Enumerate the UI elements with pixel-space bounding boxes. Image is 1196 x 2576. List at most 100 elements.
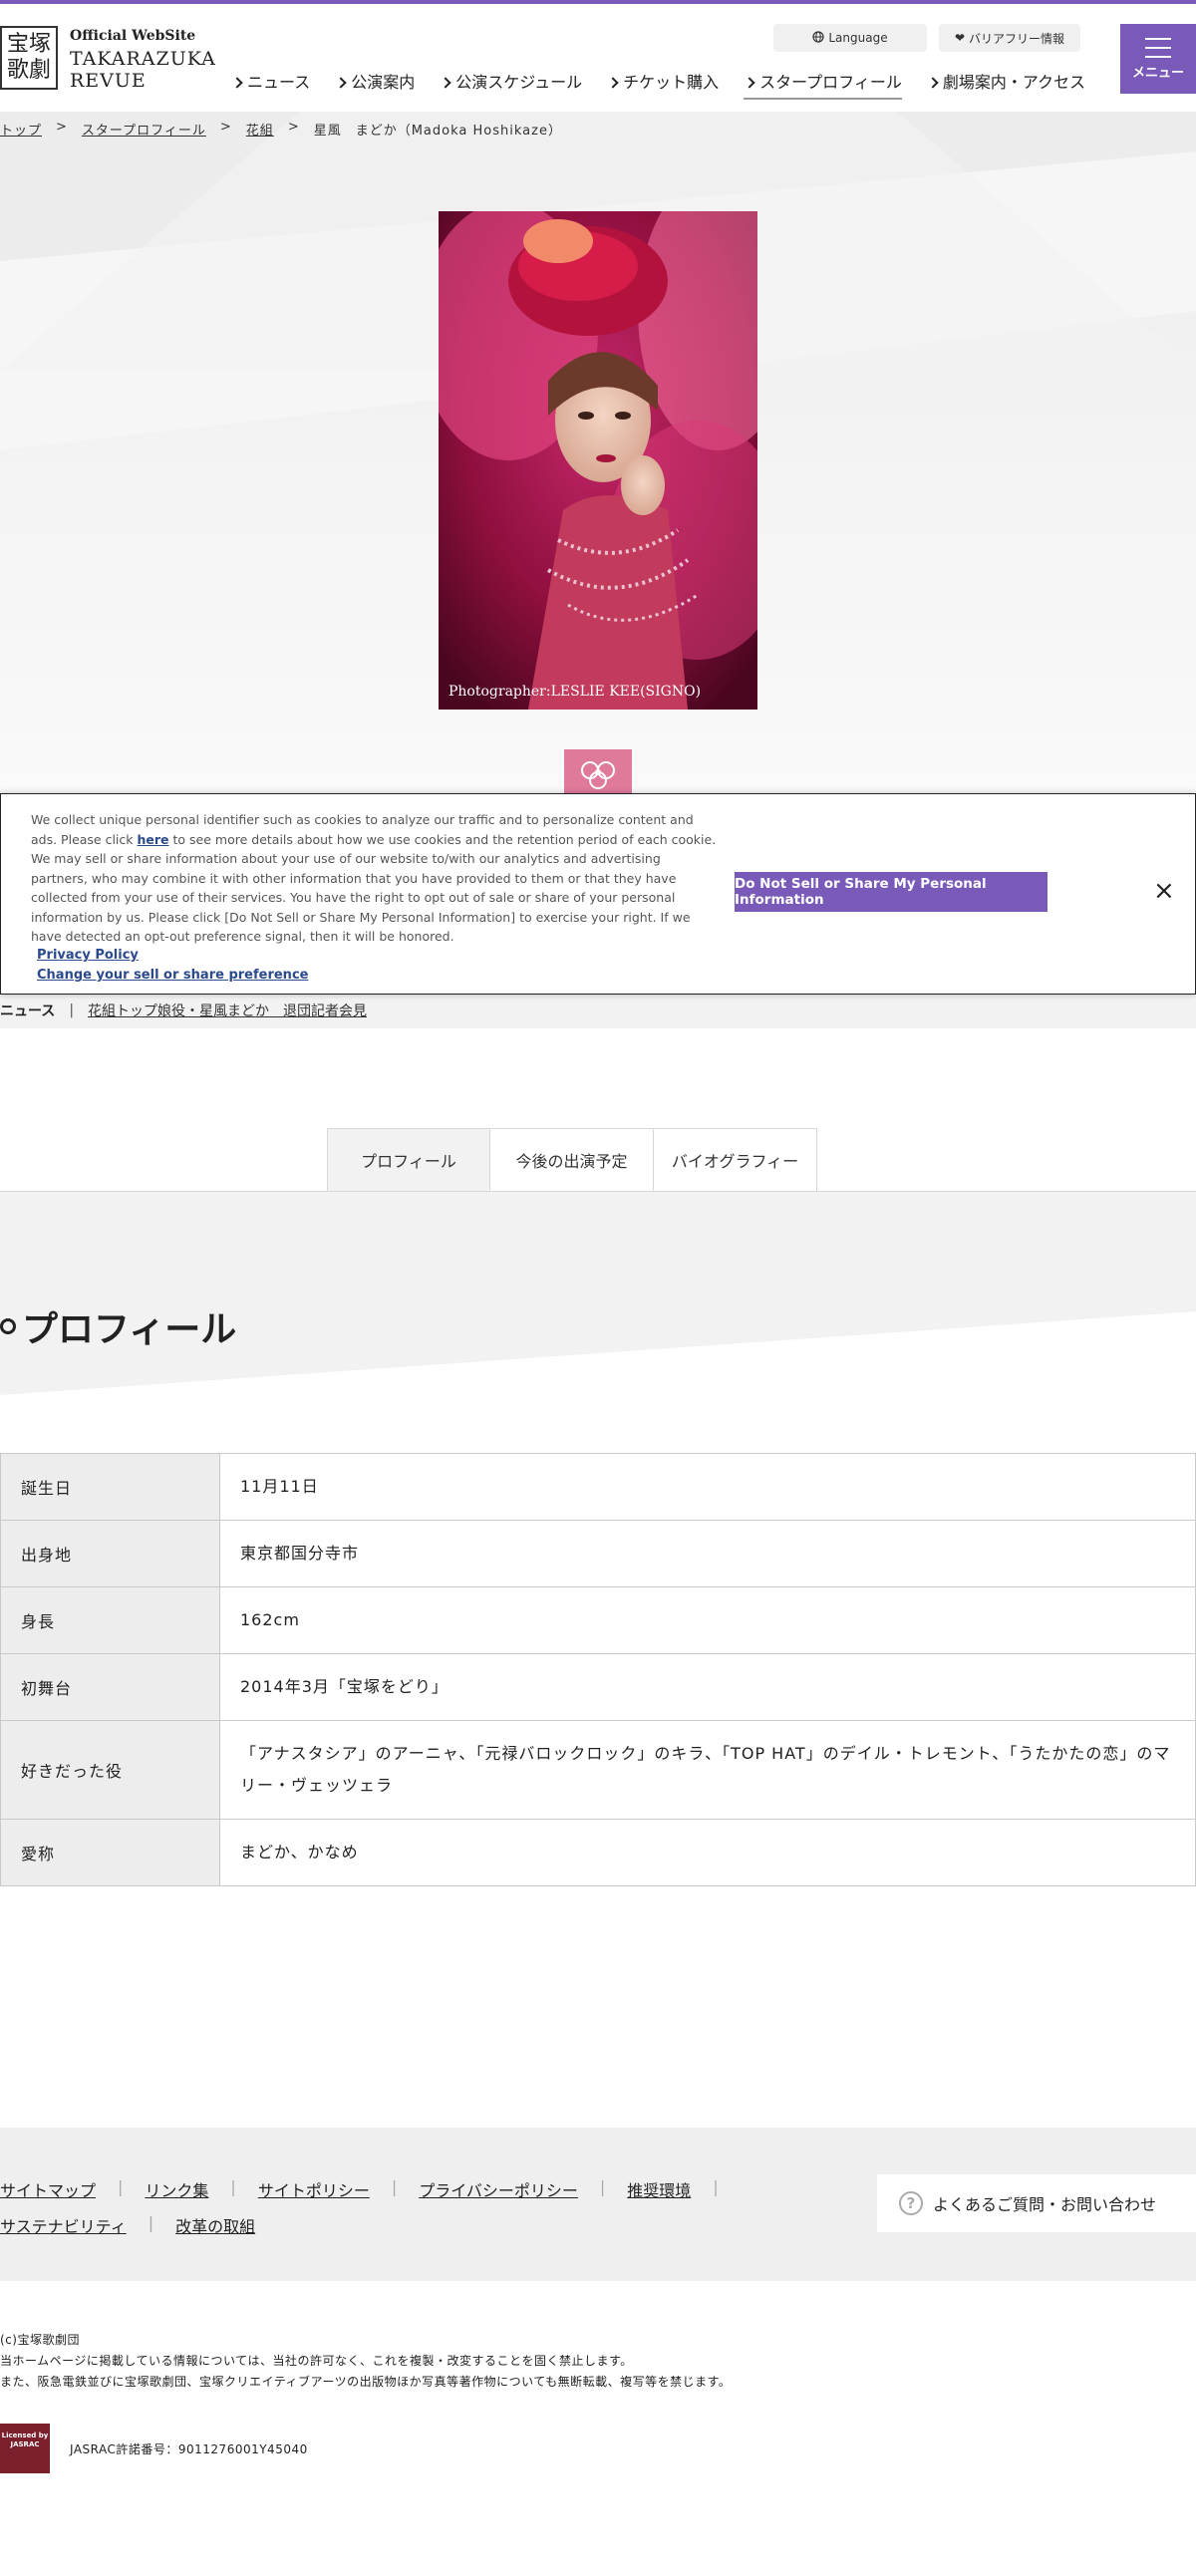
- footer-link-site-policy[interactable]: サイトポリシー: [258, 2177, 370, 2201]
- flower-troupe-icon: [564, 749, 632, 799]
- profile-value: まどか、かなめ: [219, 1819, 1196, 1886]
- menu-label: メニュー: [1131, 65, 1184, 81]
- cookie-text-after: to see more details about how we use coo…: [31, 831, 717, 945]
- ring-bullet-icon: [0, 1318, 16, 1334]
- faq-contact-button[interactable]: ? よくあるご質問・お問い合わせ: [877, 2174, 1196, 2232]
- section-title-text: プロフィール: [22, 1309, 237, 1350]
- jasrac-license-number: JASRAC許諾番号：9011276001Y45040: [70, 2442, 308, 2456]
- table-row: 初舞台 2014年3月「宝塚をどり」: [0, 1653, 1196, 1721]
- copyright: (c)宝塚歌劇団 当ホームページに掲載している情報については、当社の許可なく、こ…: [0, 2330, 731, 2393]
- profile-key: 出身地: [0, 1520, 220, 1587]
- profile-key: 誕生日: [0, 1453, 220, 1521]
- do-not-sell-button[interactable]: Do Not Sell or Share My Personal Informa…: [735, 872, 1047, 912]
- breadcrumb: トップ > スタープロフィール > 花組 > 星風 まどか（Madoka Hos…: [0, 120, 562, 139]
- breadcrumb-current: 星風 まどか（Madoka Hoshikaze）: [313, 124, 562, 139]
- nav-item-star-profile[interactable]: スタープロフィール: [744, 70, 902, 100]
- footer-separator: |: [118, 2177, 124, 2196]
- star-portrait-image: [439, 211, 757, 710]
- footer-separator: |: [599, 2177, 606, 2196]
- nav-item-theater-access[interactable]: 劇場案内・アクセス: [927, 70, 1085, 100]
- profile-key: 好きだった役: [0, 1720, 220, 1820]
- logo-title[interactable]: TAKARAZUKA REVUE: [70, 48, 216, 92]
- barrierfree-button[interactable]: ❤ バリアフリー情報: [939, 24, 1080, 52]
- table-row: 愛称 まどか、かなめ: [0, 1819, 1196, 1886]
- profile-value: 「アナスタシア」のアーニャ、「元禄バロックロック」のキラ、「TOP HAT」のデ…: [219, 1720, 1196, 1820]
- footer-links-row2: サステナビリティ | 改革の取組: [0, 2213, 255, 2237]
- profile-key: 初舞台: [0, 1653, 220, 1721]
- footer-link-sustainability[interactable]: サステナビリティ: [0, 2213, 127, 2237]
- breadcrumb-star-profile[interactable]: スタープロフィール: [82, 120, 206, 139]
- profile-value: 東京都国分寺市: [219, 1520, 1196, 1587]
- logo-kanji-top: 宝塚: [6, 32, 51, 57]
- jasrac-badge-text: Licensed by JASRAC: [1, 2432, 49, 2448]
- close-icon[interactable]: ×: [1153, 876, 1175, 906]
- logo-title-line2: REVUE: [70, 70, 147, 92]
- footer-separator: |: [391, 2177, 398, 2196]
- news-link[interactable]: 花組トップ娘役・星風まどか 退団記者会見: [88, 1001, 367, 1020]
- table-row: 出身地 東京都国分寺市: [0, 1520, 1196, 1587]
- profile-key: 身長: [0, 1586, 220, 1654]
- logo-mark[interactable]: 宝塚 歌劇: [0, 26, 58, 90]
- tab-upcoming[interactable]: 今後の出演予定: [490, 1128, 654, 1192]
- breadcrumb-separator: >: [287, 120, 300, 135]
- nav-item-schedule[interactable]: 公演スケジュール: [440, 70, 582, 100]
- privacy-policy-link[interactable]: Privacy Policy: [37, 946, 308, 966]
- logo-subtitle: Official WebSite: [70, 28, 196, 44]
- global-nav: ニュース 公演案内 公演スケジュール チケット購入 スタープロフィール 劇場案内…: [231, 70, 1110, 100]
- footer-link-reform[interactable]: 改革の取組: [175, 2213, 255, 2237]
- jasrac-badge: Licensed by JASRAC: [0, 2424, 50, 2473]
- footer-separator: |: [148, 2213, 154, 2232]
- breadcrumb-separator: >: [219, 120, 232, 135]
- menu-button[interactable]: メニュー: [1120, 24, 1196, 94]
- footer-links-row1: サイトマップ | リンク集 | サイトポリシー | プライバシーポリシー | 推…: [0, 2177, 741, 2201]
- nav-item-performances[interactable]: 公演案内: [335, 70, 415, 100]
- site-header: 宝塚 歌劇 Official WebSite TAKARAZUKA REVUE …: [0, 4, 1196, 112]
- hamburger-icon: [1145, 37, 1171, 58]
- table-row: 身長 162cm: [0, 1586, 1196, 1654]
- star-photo: Photographer:LESLIE KEE(SIGNO): [439, 211, 757, 710]
- profile-key: 愛称: [0, 1819, 220, 1886]
- breadcrumb-troupe[interactable]: 花組: [246, 120, 274, 139]
- copyright-line: 当ホームページに掲載している情報については、当社の許可なく、これを複製・改変する…: [0, 2354, 633, 2368]
- footer-links: サイトマップ | リンク集 | サイトポリシー | プライバシーポリシー | 推…: [0, 2128, 1196, 2281]
- tab-biography[interactable]: バイオグラフィー: [654, 1128, 817, 1192]
- heart-icon: ❤: [954, 31, 966, 45]
- cookie-banner: We collect unique personal identifier su…: [0, 793, 1196, 995]
- change-preference-link[interactable]: Change your sell or share preference: [37, 966, 308, 986]
- language-label: Language: [828, 31, 888, 45]
- footer-link-sitemap[interactable]: サイトマップ: [0, 2177, 96, 2201]
- breadcrumb-top[interactable]: トップ: [0, 120, 42, 139]
- breadcrumb-separator: >: [56, 120, 68, 135]
- cookie-here-link[interactable]: here: [138, 832, 169, 847]
- profile-tabs: プロフィール 今後の出演予定 バイオグラフィー: [327, 1128, 817, 1192]
- news-separator: |: [69, 1002, 75, 1018]
- profile-value: 2014年3月「宝塚をどり」: [219, 1653, 1196, 1721]
- news-label: ニュース: [0, 1003, 56, 1019]
- faq-label: よくあるご質問・お問い合わせ: [933, 2195, 1157, 2214]
- footer-separator: |: [230, 2177, 236, 2196]
- copyright-line: (c)宝塚歌劇団: [0, 2333, 80, 2347]
- barrierfree-label: バリアフリー情報: [969, 31, 1065, 46]
- profile-value: 11月11日: [219, 1453, 1196, 1521]
- footer-link-environment[interactable]: 推奨環境: [627, 2177, 691, 2201]
- footer-link-links[interactable]: リンク集: [145, 2177, 208, 2201]
- logo-title-line1: TAKARAZUKA: [70, 48, 216, 70]
- nav-item-news[interactable]: ニュース: [231, 70, 310, 100]
- table-row: 好きだった役 「アナスタシア」のアーニャ、「元禄バロックロック」のキラ、「TOP…: [0, 1720, 1196, 1820]
- tab-profile[interactable]: プロフィール: [327, 1128, 490, 1192]
- footer-separator: |: [713, 2177, 719, 2196]
- globe-icon: [812, 30, 824, 46]
- language-button[interactable]: Language: [773, 24, 927, 52]
- photo-credit: Photographer:LESLIE KEE(SIGNO): [448, 684, 702, 700]
- section-title: プロフィール: [0, 1300, 236, 1352]
- nav-item-tickets[interactable]: チケット購入: [607, 70, 719, 100]
- cookie-links: Privacy Policy Change your sell or share…: [37, 946, 308, 986]
- copyright-line: また、阪急電鉄並びに宝塚歌劇団、宝塚クリエイティブアーツの出版物ほか写真等著作物…: [0, 2375, 732, 2389]
- table-row: 誕生日 11月11日: [0, 1453, 1196, 1521]
- footer-link-privacy[interactable]: プライバシーポリシー: [419, 2177, 578, 2201]
- logo-kanji-bottom: 歌劇: [6, 58, 51, 83]
- question-icon: ?: [899, 2191, 923, 2215]
- cookie-message: We collect unique personal identifier su…: [31, 810, 719, 947]
- profile-value: 162cm: [219, 1586, 1196, 1654]
- profile-table: 誕生日 11月11日 出身地 東京都国分寺市 身長 162cm 初舞台 2014…: [0, 1453, 1196, 1886]
